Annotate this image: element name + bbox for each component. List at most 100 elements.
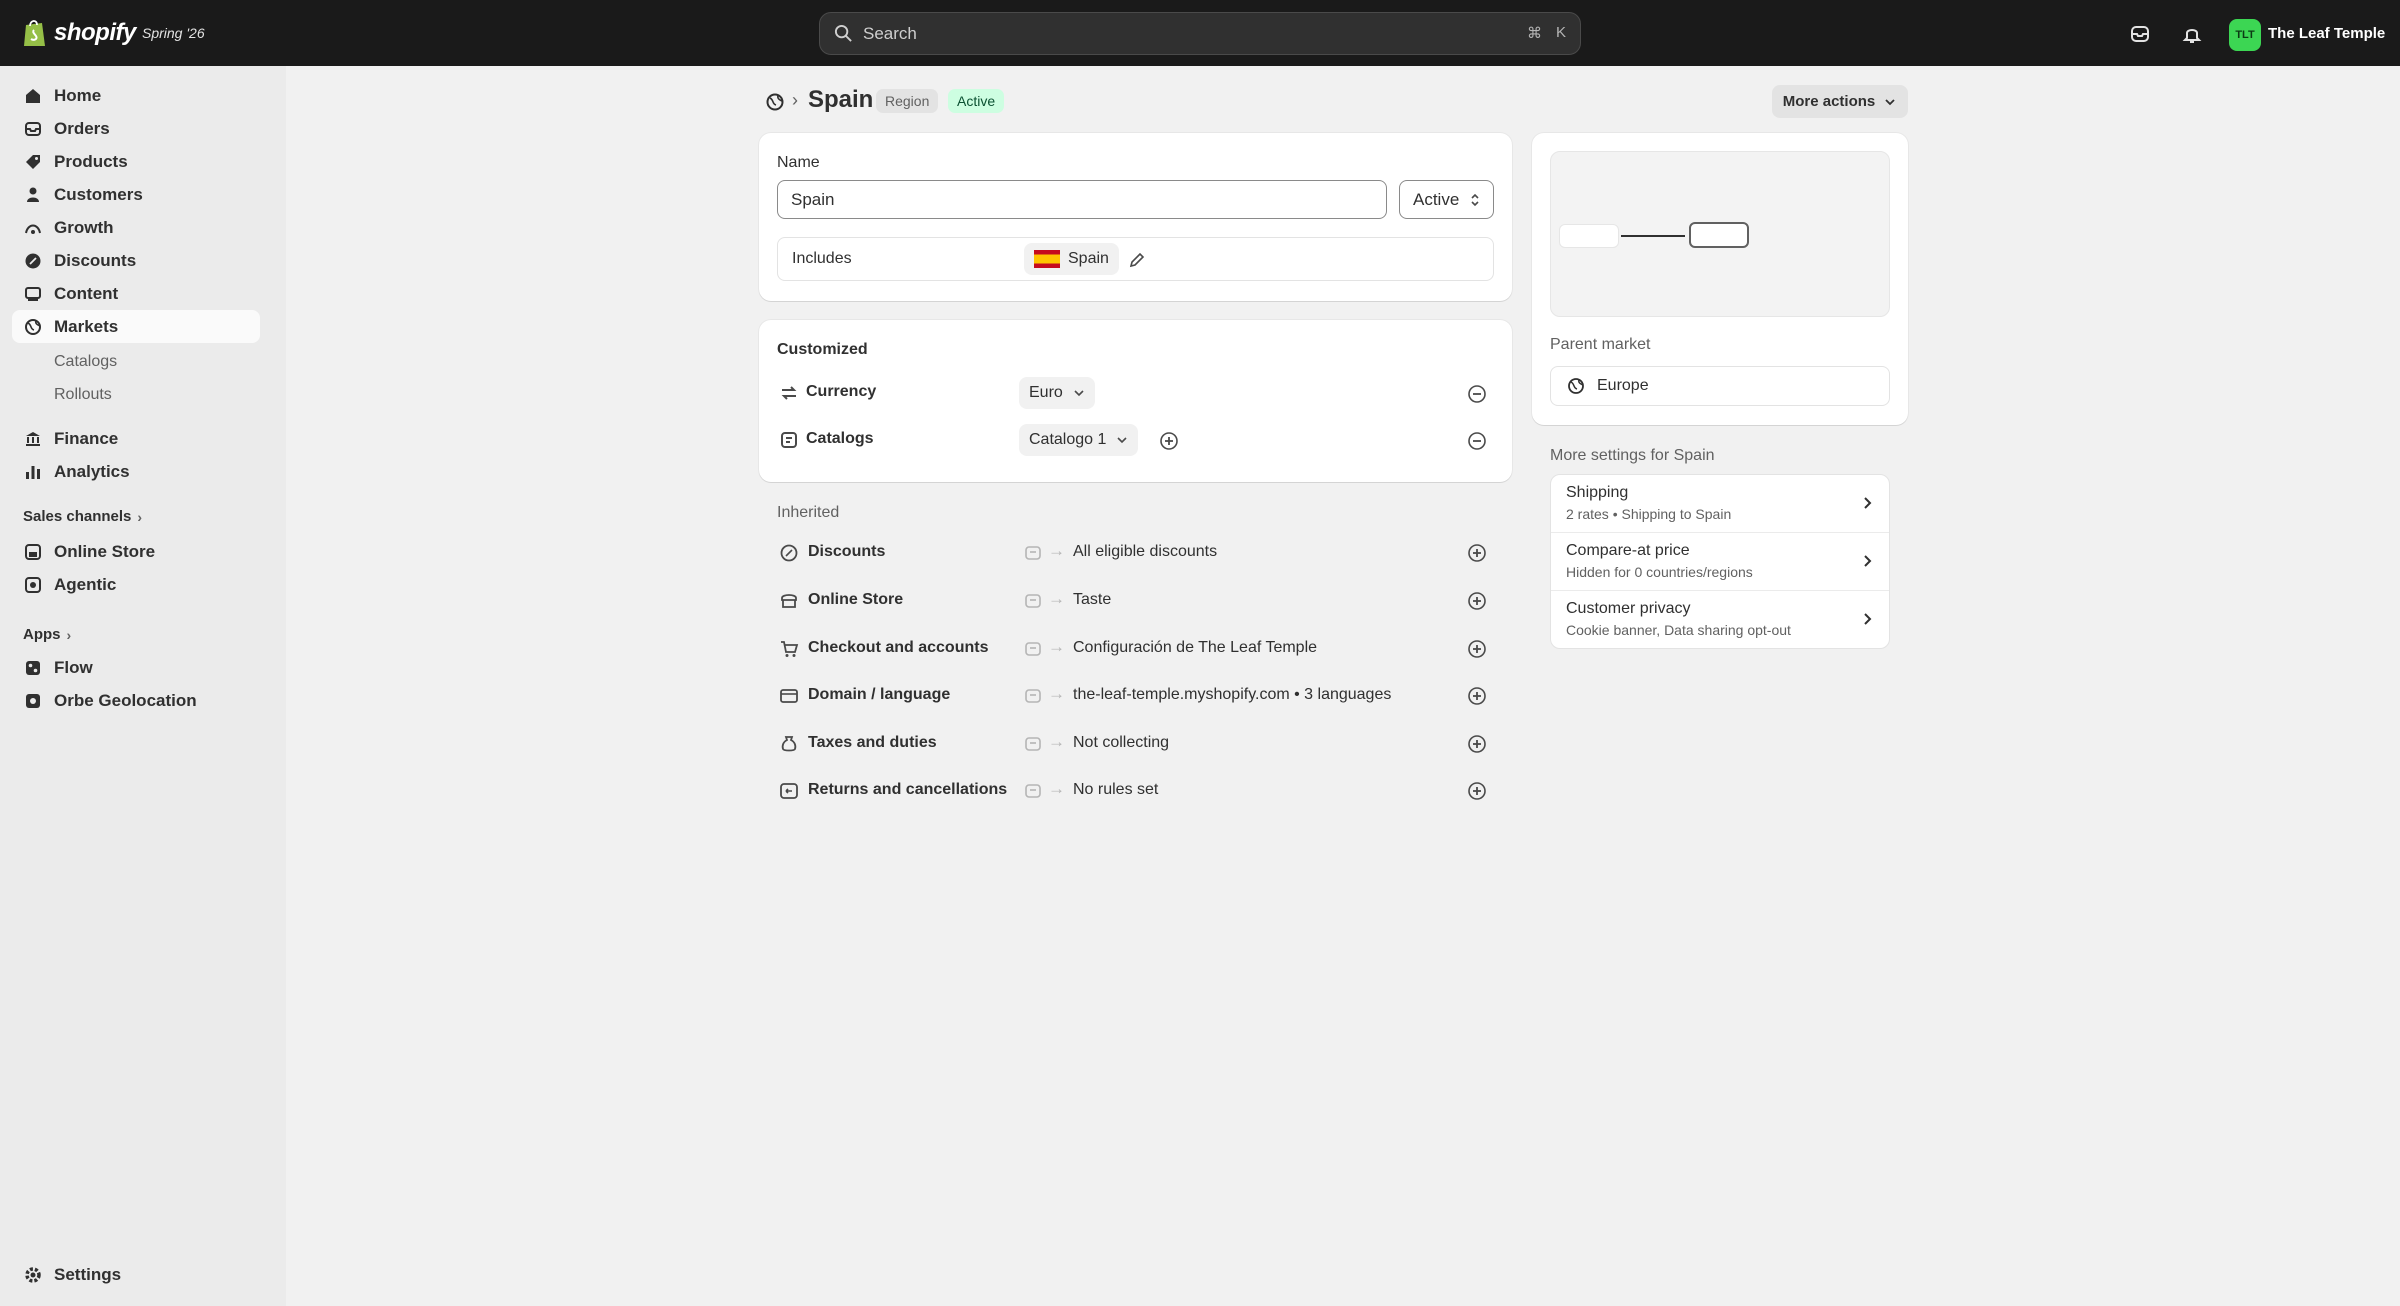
customer-privacy-item[interactable]: Customer privacy Cookie banner, Data sha… bbox=[1551, 591, 1889, 649]
spain-flag-icon bbox=[1034, 250, 1060, 268]
more-actions-label: More actions bbox=[1782, 93, 1876, 110]
edit-pencil-icon[interactable] bbox=[1128, 251, 1146, 269]
status-select[interactable]: Active bbox=[1399, 180, 1494, 219]
currency-value: Euro bbox=[1029, 384, 1063, 401]
sidebar-item-discounts[interactable]: Discounts bbox=[12, 244, 260, 277]
sidebar-item-orbe-geolocation[interactable]: Orbe Geolocation bbox=[12, 684, 260, 717]
sidebar-item-label: Finance bbox=[54, 428, 119, 448]
parent-market-value: Europe bbox=[1597, 377, 1649, 394]
sidebar-item-settings[interactable]: Settings bbox=[12, 1258, 260, 1291]
search-input[interactable]: Search ⌘ K bbox=[819, 12, 1581, 55]
add-override-icon[interactable] bbox=[1467, 781, 1487, 801]
includes-label: Includes bbox=[792, 250, 852, 267]
inbox-icon bbox=[25, 121, 41, 136]
search-icon bbox=[834, 24, 852, 42]
apps-label: Apps bbox=[23, 626, 61, 643]
chevron-right-icon bbox=[1864, 555, 1872, 567]
sidebar-item-home[interactable]: Home bbox=[12, 79, 260, 112]
inherited-label: Returns and cancellations bbox=[808, 781, 1008, 798]
sidebar-subitem-rollouts[interactable]: Rollouts bbox=[54, 386, 112, 404]
inbox-tray-icon[interactable] bbox=[2129, 23, 2151, 45]
sidebar-item-markets[interactable]: Markets bbox=[12, 310, 260, 343]
apps-header[interactable]: Apps › bbox=[23, 626, 71, 643]
globe-icon[interactable] bbox=[765, 92, 785, 112]
status-badge: Active bbox=[948, 89, 1005, 113]
add-override-icon[interactable] bbox=[1467, 734, 1487, 754]
sidebar-item-online-store[interactable]: Online Store bbox=[12, 535, 260, 568]
sidebar-subitem-catalogs[interactable]: Catalogs bbox=[54, 353, 117, 371]
more-actions-button[interactable]: More actions bbox=[1772, 85, 1908, 118]
name-field[interactable]: Spain bbox=[777, 180, 1387, 219]
remove-catalogs-icon[interactable] bbox=[1467, 431, 1487, 451]
sidebar-item-label: Discounts bbox=[54, 250, 137, 270]
shipping-settings-item[interactable]: Shipping 2 rates • Shipping to Spain bbox=[1551, 475, 1889, 533]
sidebar-item-agentic[interactable]: Agentic bbox=[12, 568, 260, 601]
breadcrumb-chevron-icon: › bbox=[792, 90, 798, 110]
arrow-right-icon: → bbox=[1048, 589, 1065, 608]
catalogs-dropdown[interactable]: Catalogo 1 bbox=[1019, 424, 1139, 456]
country-chip-label: Spain bbox=[1068, 250, 1109, 267]
add-override-icon[interactable] bbox=[1467, 686, 1487, 706]
add-override-icon[interactable] bbox=[1467, 591, 1487, 611]
bell-icon[interactable] bbox=[2181, 23, 2203, 45]
sidebar-item-finance[interactable]: Finance bbox=[12, 422, 260, 455]
sidebar-item-label: Agentic bbox=[54, 574, 117, 594]
market-diagram bbox=[1550, 151, 1890, 317]
sidebar-item-content[interactable]: Content bbox=[12, 277, 260, 310]
sidebar-item-products[interactable]: Products bbox=[12, 145, 260, 178]
arrow-right-icon: → bbox=[1048, 732, 1065, 751]
compare-at-price-item[interactable]: Compare-at price Hidden for 0 countries/… bbox=[1551, 533, 1889, 591]
settings-item-subtitle: Cookie banner, Data sharing opt-out bbox=[1566, 622, 1791, 638]
sidebar-item-flow[interactable]: Flow bbox=[12, 651, 260, 684]
store-avatar[interactable]: TLT bbox=[2229, 19, 2261, 51]
parent-market-card: Parent market Europe bbox=[1532, 133, 1908, 425]
market-connector bbox=[1621, 235, 1685, 237]
globe-icon bbox=[1568, 378, 1584, 394]
more-settings-list: Shipping 2 rates • Shipping to Spain Com… bbox=[1550, 474, 1890, 649]
sidebar-item-label: Home bbox=[54, 85, 102, 105]
domain-icon bbox=[780, 689, 798, 703]
currency-exchange-icon bbox=[781, 386, 797, 400]
sales-channels-header[interactable]: Sales channels › bbox=[23, 508, 142, 525]
inherited-value: No rules set bbox=[1073, 781, 1159, 798]
market-node-selected bbox=[1689, 222, 1749, 248]
arrow-right-icon: → bbox=[1048, 779, 1065, 798]
inherited-value: Taste bbox=[1073, 591, 1112, 608]
settings-item-title: Compare-at price bbox=[1566, 542, 1690, 559]
chevron-down-icon bbox=[1117, 437, 1127, 444]
settings-item-subtitle: Hidden for 0 countries/regions bbox=[1566, 564, 1753, 580]
chevron-right-icon: › bbox=[66, 626, 72, 643]
country-chip[interactable]: Spain bbox=[1024, 243, 1119, 275]
shopify-logo[interactable]: shopify bbox=[22, 18, 136, 48]
store-icon bbox=[25, 543, 41, 560]
includes-box: Includes Spain bbox=[777, 237, 1494, 281]
catalogs-value: Catalogo 1 bbox=[1029, 431, 1107, 448]
currency-dropdown[interactable]: Euro bbox=[1019, 377, 1095, 409]
app-icon bbox=[26, 693, 40, 708]
discount-icon bbox=[25, 253, 41, 268]
parent-market-link[interactable]: Europe bbox=[1550, 366, 1890, 406]
add-override-icon[interactable] bbox=[1467, 543, 1487, 563]
remove-currency-icon[interactable] bbox=[1467, 384, 1487, 404]
sidebar-item-label: Content bbox=[54, 283, 119, 303]
region-badge: Region bbox=[876, 89, 939, 113]
sidebar-item-analytics[interactable]: Analytics bbox=[12, 455, 260, 488]
chevron-right-icon bbox=[1864, 497, 1872, 509]
add-catalog-icon[interactable] bbox=[1159, 431, 1179, 451]
globe-icon bbox=[25, 318, 41, 335]
sidebar-item-label: Orders bbox=[54, 118, 110, 138]
add-override-icon[interactable] bbox=[1467, 639, 1487, 659]
store-icon bbox=[1025, 594, 1041, 608]
person-icon bbox=[27, 187, 39, 202]
inherited-value: Configuración de The Leaf Temple bbox=[1073, 639, 1318, 656]
sidebar-item-orders[interactable]: Orders bbox=[12, 112, 260, 145]
inherited-label: Checkout and accounts bbox=[808, 639, 989, 656]
sidebar: Home Orders Products Customers Growth Di… bbox=[0, 66, 286, 1306]
discount-icon bbox=[780, 544, 798, 562]
sidebar-item-customers[interactable]: Customers bbox=[12, 178, 260, 211]
arrow-right-icon: → bbox=[1048, 637, 1065, 656]
store-name[interactable]: The Leaf Temple bbox=[2268, 25, 2385, 42]
page-title: Spain bbox=[808, 86, 874, 113]
catalog-icon bbox=[781, 432, 797, 448]
sidebar-item-growth[interactable]: Growth bbox=[12, 211, 260, 244]
